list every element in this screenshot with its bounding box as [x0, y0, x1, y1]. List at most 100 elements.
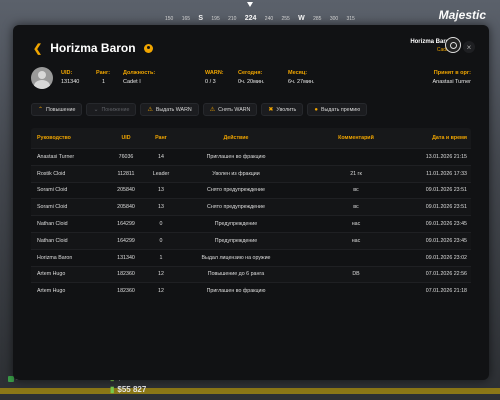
compass-tick: 210 [228, 16, 237, 22]
cell-rank: 12 [158, 288, 164, 295]
cell-manager: Nathan Cloid [37, 221, 68, 228]
table-row[interactable]: Sorami Cloid 205840 13 Снято предупреждение… [31, 198, 471, 216]
cell-comment: вс [353, 187, 359, 194]
warn-label: WARN: [205, 70, 224, 76]
table-header: Руководство UID Ранг Действие Комментари… [31, 128, 471, 148]
close-button[interactable]: × [463, 41, 475, 53]
cell-action: Приглашен во фракцию [206, 288, 266, 295]
bonus-label: Выдать премию [320, 106, 361, 113]
accepted-stat: Принят в орг: Anastasi Turner [432, 70, 471, 85]
remove-warn-button[interactable]: ⚠ Снять WARN [202, 103, 258, 116]
remove-warn-label: Снять WARN [218, 106, 251, 113]
cell-uid: 131340 [117, 254, 135, 261]
month-value: 6ч. 27мин. [288, 79, 315, 85]
compass-tick: 165 [181, 16, 191, 22]
rank-label: Ранг: [96, 70, 111, 76]
cell-manager: Rostik Cloid [37, 170, 66, 177]
header-manager: Руководство [37, 135, 71, 141]
cell-uid: 205840 [117, 187, 135, 194]
bank-display: ▮ $55 827 [110, 385, 146, 394]
compass-tick: 300 [329, 16, 339, 22]
table-row[interactable]: Artem Hugo 182360 12 Приглашен во фракцию 07… [31, 282, 471, 299]
cell-datetime: 11.01.2026 17:33 [426, 170, 467, 177]
cell-comment: DB [352, 271, 360, 278]
cell-rank: 0 [159, 221, 163, 228]
history-table: Руководство UID Ранг Действие Комментари… [31, 128, 471, 299]
warn-stat: WARN: 0 / 3 [205, 70, 224, 85]
cell-comment: 21 гк [350, 170, 362, 177]
cell-rank: 13 [158, 204, 164, 211]
position-stat: Должность: Cadet I [123, 70, 155, 85]
cell-comment: нас [351, 221, 361, 228]
cell-datetime: 07.01.2026 22:56 [425, 271, 467, 278]
cell-action: Выдал лицензию на оружие [201, 254, 271, 261]
table-row[interactable]: Rostik Cloid 112811 Leader Уволен из фракци… [31, 164, 471, 182]
member-badge-icon [143, 43, 153, 53]
fire-user-icon: ✖ [268, 107, 274, 113]
cell-datetime: 07.01.2026 21:18 [425, 288, 467, 295]
cell-comment: нас [351, 237, 361, 244]
demote-button[interactable]: ⌄ Понижение [86, 103, 137, 116]
fire-button[interactable]: ✖ Уволить [261, 103, 304, 116]
table-row[interactable]: Nathan Cloid 164299 0 Предупреждение нас 09.0… [31, 215, 471, 232]
cell-datetime: 09.01.2026 23:02 [425, 254, 467, 261]
member-info-window: ❮ Horizma Baron Horizma Baron Cadet I × … [13, 25, 489, 380]
chevron-up-icon: ⌃ [38, 107, 44, 113]
cell-uid: 182360 [117, 271, 135, 278]
compass-tick: 255 [281, 16, 290, 22]
cell-uid: 112811 [117, 170, 135, 177]
month-stat: Месяц: 6ч. 27мин. [288, 70, 315, 85]
table-row[interactable]: Artem Hugo 182360 12 Повышение до 6 ранга DB… [31, 265, 471, 283]
cell-manager: Anastasi Turner [37, 153, 75, 160]
give-warn-label: Выдать WARN [155, 106, 192, 113]
game-logo: Majestic [438, 8, 486, 22]
cell-action: Предупреждение [214, 237, 258, 244]
table-row[interactable]: Horizma Baron 131340 1 Выдал лицензию на ор… [31, 248, 471, 266]
cell-action: Снято предупреждение [207, 204, 265, 211]
table-row[interactable]: Sorami Cloid 205840 13 Снято предупреждение… [31, 181, 471, 199]
cell-manager: Artem Hugo [37, 271, 66, 278]
compass-pointer-icon [247, 2, 253, 7]
avatar [31, 67, 53, 89]
cell-datetime: 09.01.2026 23:45 [425, 221, 467, 228]
cell-rank: 13 [158, 187, 164, 194]
compass-tick: 315 [346, 16, 355, 22]
uid-label: UID: [61, 70, 73, 76]
cell-uid: 182360 [117, 288, 135, 295]
cell-manager: Horizma Baron [37, 254, 73, 261]
chevron-left-icon[interactable]: ❮ [33, 42, 42, 55]
page-title: Horizma Baron [50, 41, 136, 55]
floor-stripe [0, 388, 500, 394]
warn-value: 0 / 3 [205, 79, 216, 85]
accepted-value: Anastasi Turner [432, 79, 471, 85]
cell-rank: Leader [152, 170, 170, 177]
cell-manager: Sorami Cloid [37, 187, 68, 194]
chevron-down-icon: ⌄ [93, 107, 99, 113]
bank-icon: ▮ [110, 385, 115, 394]
table-row[interactable]: Nathan Cloid 164299 0 Предупреждение нас 09.0… [31, 231, 471, 249]
header-comment: Комментарий [338, 135, 374, 141]
compass-tick: 195 [211, 16, 220, 22]
org-emblem-icon [445, 37, 461, 53]
bonus-button[interactable]: ● Выдать премию [307, 103, 368, 116]
month-label: Месяц: [288, 70, 308, 76]
today-stat: Сегодня: 0ч. 20мин. [238, 70, 265, 85]
table-row[interactable]: Anastasi Turner 76036 14 Приглашен во фракц… [31, 148, 471, 165]
give-warn-button[interactable]: ⚠ Выдать WARN [140, 103, 199, 116]
warn-remove-icon: ⚠ [209, 107, 216, 113]
money-icon: ● [314, 106, 318, 113]
demote-label: Понижение [101, 106, 130, 113]
promote-button[interactable]: ⌃ Повышение [31, 103, 83, 116]
cell-action: Приглашен во фракцию [206, 153, 266, 160]
window-header: ❮ Horizma Baron [33, 41, 153, 55]
cell-action: Снято предупреждение [207, 187, 265, 194]
cell-rank: 1 [159, 254, 163, 261]
table-body: Anastasi Turner 76036 14 Приглашен во фракц… [31, 148, 471, 299]
cell-manager: Sorami Cloid [37, 204, 68, 211]
cell-datetime: 09.01.2026 23:51 [425, 204, 467, 211]
uid-value: 131340 [61, 79, 80, 85]
header-uid: UID [121, 135, 131, 141]
cell-rank: 12 [158, 271, 164, 278]
header-action: Действие [223, 135, 249, 141]
header-datetime: Дата и время [432, 135, 467, 141]
